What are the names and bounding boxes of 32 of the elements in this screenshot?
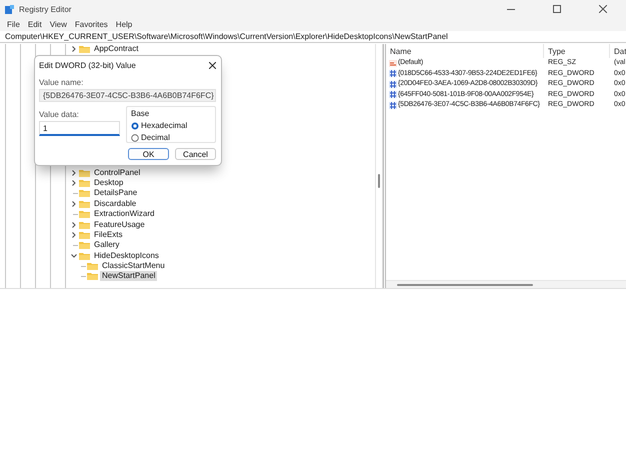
column-header[interactable]: Dat xyxy=(610,44,626,58)
tree-item[interactable]: Discardable xyxy=(92,198,138,209)
tree-item[interactable]: ControlPanel xyxy=(92,168,142,178)
tree-item[interactable]: HideDesktopIcons xyxy=(92,250,161,261)
tree-item[interactable]: NewStartPanel xyxy=(100,271,158,282)
menu-item[interactable]: Edit xyxy=(24,20,46,29)
dialog-button[interactable]: Cancel xyxy=(175,148,216,160)
menu-item[interactable]: View xyxy=(46,20,71,29)
tree-item[interactable]: ExtractionWizard xyxy=(92,209,156,220)
tree-item[interactable]: DetailsPane xyxy=(92,188,140,198)
field-label: Value name: xyxy=(39,78,84,87)
menu-item[interactable]: File xyxy=(3,20,24,29)
menu-item[interactable]: Favorites xyxy=(70,20,112,29)
radio-label: Hexadecimal xyxy=(141,121,188,130)
value-data-field[interactable]: 1 xyxy=(39,121,120,136)
column-header[interactable]: Type xyxy=(544,44,610,58)
tree-item[interactable]: Desktop xyxy=(92,178,126,188)
tree-item[interactable]: ClassicStartMenu xyxy=(100,261,167,272)
tree-item[interactable]: Gallery xyxy=(92,240,122,250)
dialog-button[interactable]: OK xyxy=(128,148,169,160)
menu-item[interactable]: Help xyxy=(112,20,136,29)
radio-label: Decimal xyxy=(141,133,170,142)
window-title: Registry Editor xyxy=(19,4,72,14)
tree-item[interactable]: FeatureUsage xyxy=(92,220,147,230)
tree-item[interactable]: AppContract xyxy=(92,44,140,54)
field-label: Value data: xyxy=(39,110,80,119)
dialog-title: Edit DWORD (32-bit) Value xyxy=(39,60,136,70)
value-name-field[interactable]: {5DB26476-3E07-4C5C-B3B6-4A6B0B74F6FC} xyxy=(39,89,216,102)
tree-item[interactable]: FileExts xyxy=(92,230,124,240)
column-header[interactable]: Name xyxy=(386,44,544,58)
group-label: Base xyxy=(131,109,150,118)
address-bar[interactable]: Computer\HKEY_CURRENT_USER\Software\Microsoft\Windows\CurrentVersion\Explorer\HideDesktopIcons\NewStartPanel xyxy=(0,31,626,42)
